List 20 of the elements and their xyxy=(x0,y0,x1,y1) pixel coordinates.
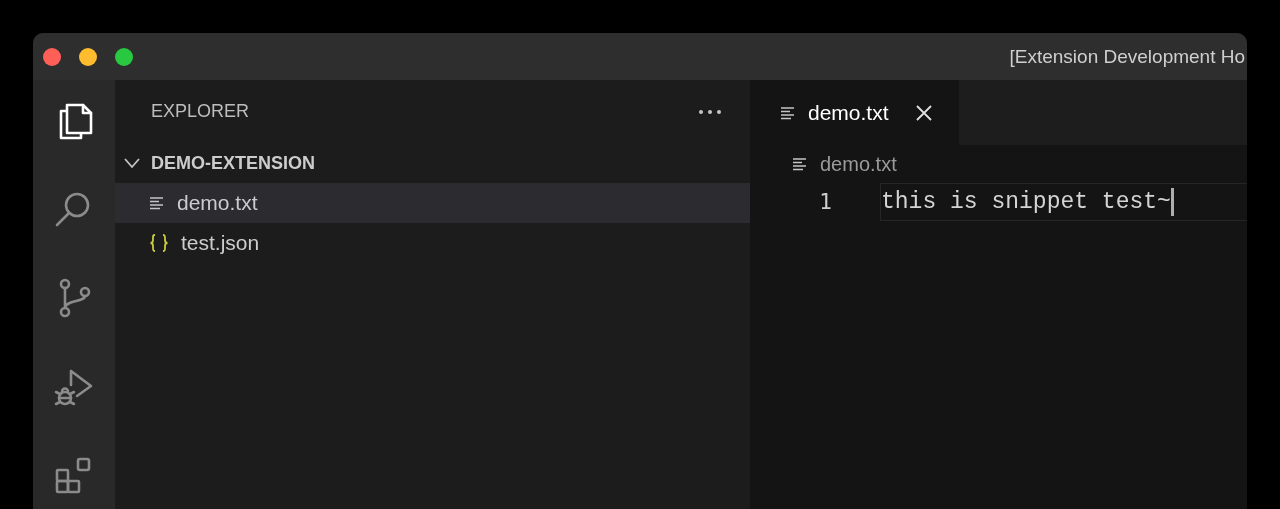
code-line: this is snippet test~ xyxy=(881,189,1171,215)
minimize-window-button[interactable] xyxy=(79,47,97,66)
zoom-window-button[interactable] xyxy=(115,47,133,66)
close-icon[interactable] xyxy=(914,103,933,122)
editor-tab[interactable]: demo.txt xyxy=(750,80,959,145)
line-number: 1 xyxy=(818,190,832,214)
more-icon[interactable] xyxy=(698,108,722,115)
lines-icon xyxy=(149,195,165,211)
close-window-button[interactable] xyxy=(43,47,61,66)
braces-icon xyxy=(149,234,169,252)
text-cursor xyxy=(1170,188,1174,216)
panel-title: EXPLORER xyxy=(151,101,250,122)
lines-icon xyxy=(780,104,796,121)
window-title: [Extension Development Ho xyxy=(1009,45,1246,68)
file-item[interactable]: test.json xyxy=(115,223,750,263)
lines-icon xyxy=(792,156,808,172)
chevron-icon xyxy=(123,157,141,169)
file-item[interactable]: demo.txt xyxy=(115,183,750,223)
folder-item[interactable]: DEMO-EXTENSION xyxy=(115,143,750,183)
breadcrumb[interactable]: demo.txt xyxy=(820,152,897,176)
